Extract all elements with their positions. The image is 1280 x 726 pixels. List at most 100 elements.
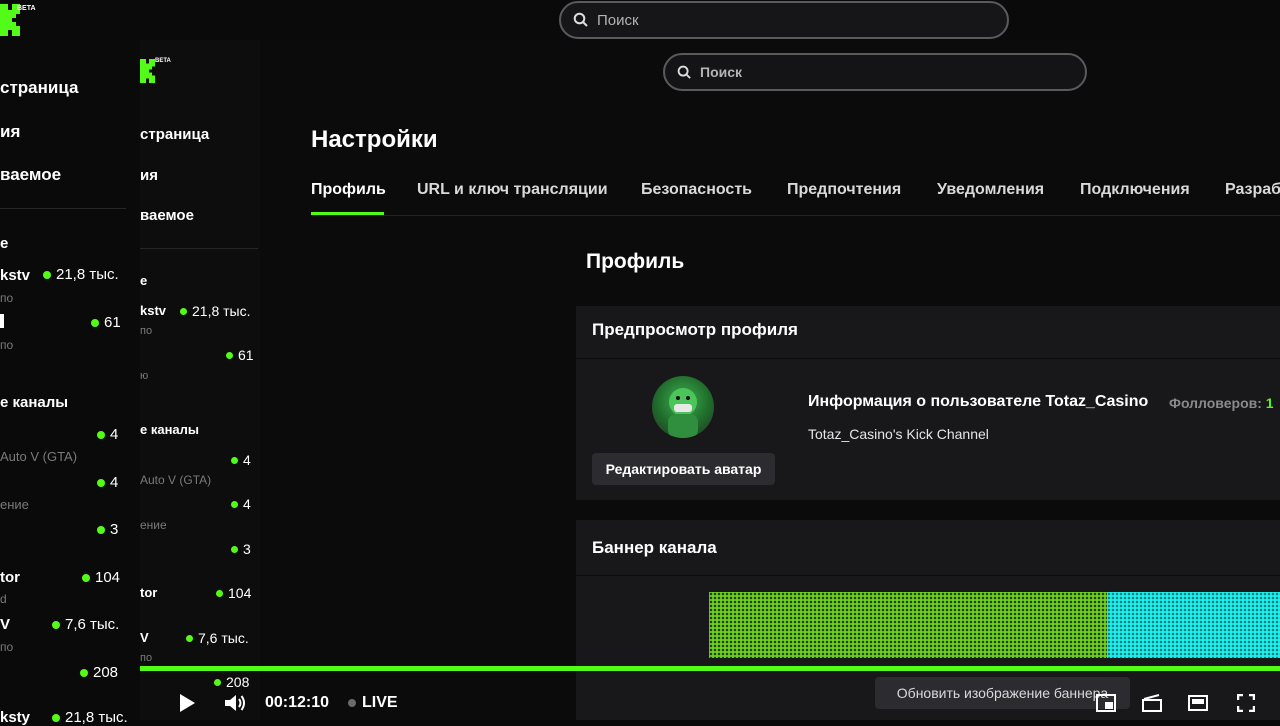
viewer-count: 4 (231, 496, 251, 512)
card-divider (576, 575, 1280, 576)
viewer-count: 4 (97, 474, 118, 491)
channel-name[interactable]: tor (0, 569, 20, 586)
banner-pattern-green (709, 592, 1107, 658)
play-icon[interactable] (176, 692, 198, 714)
section-recommended-heading: е каналы (140, 422, 200, 437)
tab-stream-key[interactable]: URL и ключ трансляции (417, 181, 608, 199)
viewer-count: 61 (91, 314, 121, 331)
fullscreen-icon[interactable] (1234, 692, 1258, 714)
nav-following[interactable]: ваемое (140, 207, 194, 224)
search-input[interactable]: Поиск (663, 53, 1087, 91)
search-placeholder: Поиск (597, 11, 639, 29)
section-following-heading: е (140, 273, 148, 288)
edit-avatar-button[interactable]: Редактировать аватар (592, 453, 775, 485)
live-dot-icon (91, 318, 99, 327)
viewer-count: 4 (97, 426, 118, 443)
channel-category: Auto V (GTA) (140, 473, 212, 487)
card-title: Предпросмотр профиля (592, 320, 798, 339)
live-dot-icon (180, 307, 187, 315)
tab-developer[interactable]: Разраб (1225, 181, 1280, 199)
viewer-count: 4 (231, 452, 251, 468)
live-dot-icon (348, 699, 356, 707)
channel-name[interactable]: kstv (0, 267, 30, 284)
live-indicator[interactable]: LIVE (348, 694, 398, 712)
tab-profile[interactable]: Профиль (311, 181, 386, 199)
live-dot-icon (231, 545, 238, 553)
volume-icon[interactable] (222, 692, 248, 714)
channel-name[interactable]: V (0, 616, 10, 633)
channel-description: Totaz_Casino's Kick Channel (808, 426, 989, 442)
kick-logo[interactable]: BETA (140, 56, 174, 90)
embedded-screenshot: BETA страница ия ваемое е kstv по 21,8 т… (140, 40, 1280, 720)
search-placeholder: Поиск (700, 64, 743, 80)
picture-in-picture-icon[interactable] (1094, 692, 1118, 714)
live-dot-icon (97, 430, 105, 439)
channel-name[interactable]: V (140, 630, 149, 645)
section-recommended-heading: е каналы (0, 394, 69, 411)
clip-icon[interactable] (1140, 692, 1164, 714)
tab-preferences[interactable]: Предпочтения (787, 181, 901, 199)
sidebar-divider (140, 248, 258, 249)
live-dot-icon (226, 351, 233, 359)
nav-home[interactable]: страница (140, 126, 209, 143)
card-title: Баннер канала (592, 538, 717, 557)
user-info-heading: Информация о пользователе Totaz_Casino (808, 393, 1149, 410)
viewer-count: 3 (231, 541, 251, 557)
channel-category: d (0, 592, 7, 606)
channel-category: по (0, 338, 14, 352)
channel-name-fragment (0, 314, 4, 328)
nav-browse[interactable]: ия (0, 122, 20, 142)
sidebar: BETA страница ия ваемое е kstv по 21,8 т… (140, 40, 260, 720)
channel-category: по (0, 291, 14, 305)
viewer-count: 7,6 тыс. (52, 616, 119, 633)
live-dot-icon (186, 634, 193, 642)
beta-badge: BETA (155, 58, 171, 64)
live-dot-icon (52, 620, 60, 629)
active-tab-indicator (311, 212, 384, 215)
beta-badge: BETA (17, 5, 36, 12)
viewer-count: 3 (97, 521, 118, 538)
banner-pattern-cyan (1107, 592, 1280, 658)
tab-security[interactable]: Безопасность (641, 181, 752, 199)
live-dot-icon (231, 456, 238, 464)
playback-time: 00:12:10 (265, 694, 330, 711)
channel-category: по (140, 652, 153, 664)
channel-name[interactable]: ksty (0, 709, 30, 726)
nav-home[interactable]: страница (0, 78, 78, 98)
live-dot-icon (82, 573, 90, 582)
theater-mode-icon[interactable] (1186, 692, 1210, 714)
nav-browse[interactable]: ия (140, 167, 158, 184)
viewer-count: 208 (80, 664, 118, 681)
section-title: Профиль (586, 250, 685, 273)
card-header: Предпросмотр профиля (576, 306, 1280, 359)
sidebar-divider (0, 208, 126, 209)
viewer-count: 21,8 тыс. (52, 709, 128, 726)
live-dot-icon (80, 668, 88, 677)
section-following-heading: е (0, 235, 9, 252)
search-icon (677, 65, 691, 79)
channel-name[interactable]: tor (140, 585, 157, 600)
page-title: Настройки (311, 126, 438, 153)
followers-count: Фолловеров: 1 (1169, 395, 1274, 411)
live-dot-icon (216, 589, 223, 597)
viewer-count: 104 (216, 585, 251, 601)
channel-category: ение (140, 518, 167, 532)
viewer-count: 7,6 тыс. (186, 630, 249, 646)
tab-notifications[interactable]: Уведомления (937, 181, 1044, 199)
viewer-count: 104 (82, 569, 120, 586)
channel-category: по (140, 325, 153, 337)
viewer-count: 21,8 тыс. (180, 303, 251, 319)
viewer-count: 21,8 тыс. (43, 266, 119, 283)
search-input[interactable]: Поиск (559, 1, 1009, 39)
viewer-count: 61 (226, 347, 254, 363)
player-controls: 00:12:10 LIVE (140, 672, 1280, 720)
tabs-divider (311, 215, 1280, 216)
kick-logo[interactable]: BETA (0, 0, 40, 40)
live-dot-icon (97, 478, 105, 487)
live-dot-icon (43, 270, 51, 279)
live-dot-icon (97, 525, 105, 534)
nav-following[interactable]: ваемое (0, 165, 61, 185)
video-progress-bar[interactable] (140, 666, 1280, 671)
tab-connections[interactable]: Подключения (1080, 181, 1190, 199)
channel-name[interactable]: kstv (140, 303, 166, 318)
